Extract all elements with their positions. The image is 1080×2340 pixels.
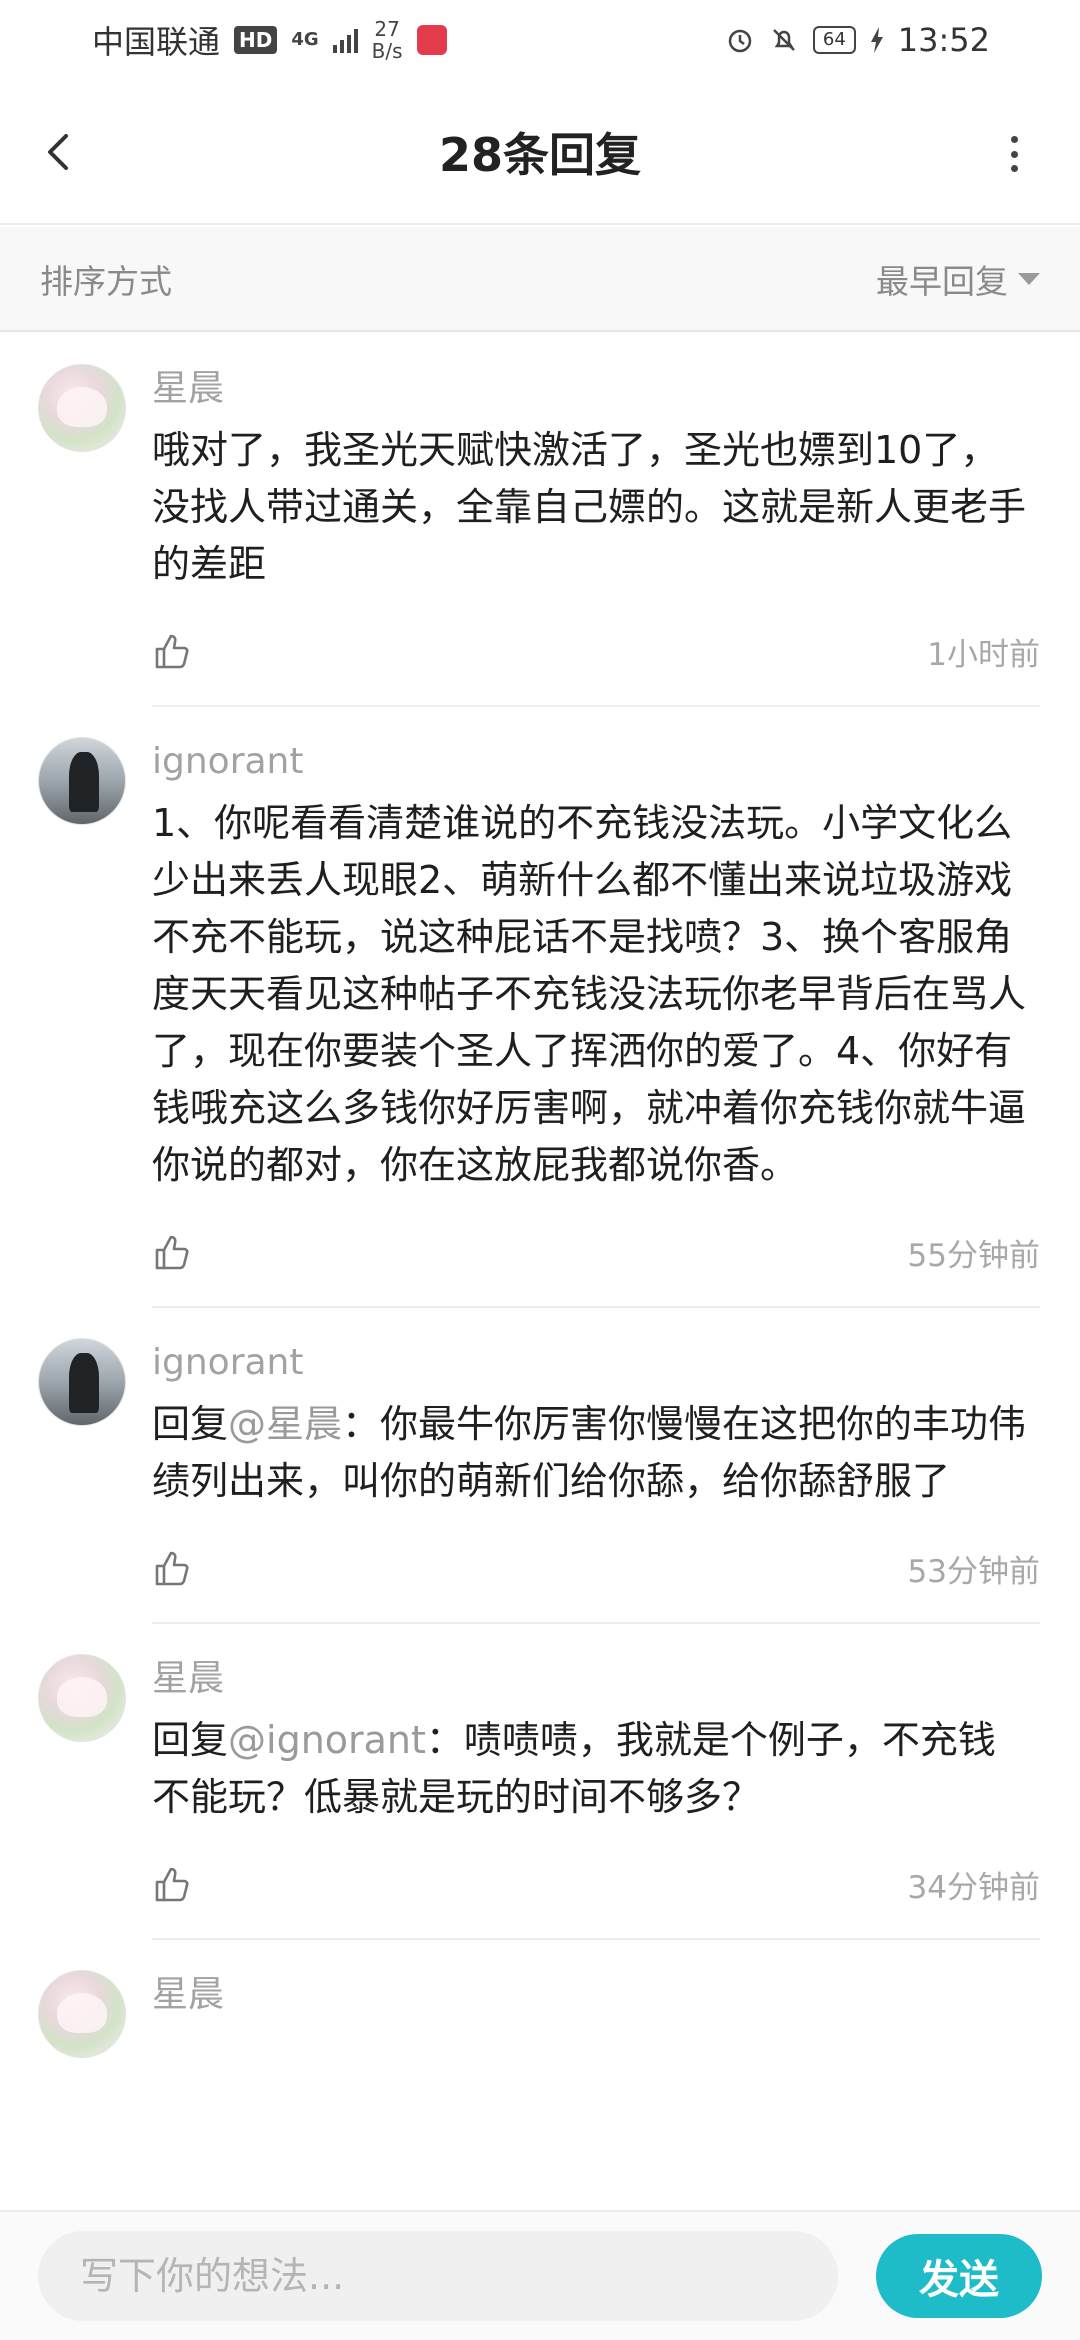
network-speed-value: 27: [374, 17, 400, 41]
reply-prefix: 回复: [152, 1402, 229, 1446]
carrier-name: 中国联通: [92, 23, 221, 61]
comment-composer: 发送: [0, 2210, 1080, 2340]
comment-item: 星晨 哦对了，我圣光天赋快激活了，圣光也嫖到10了，没找人带过通关，全靠自己嫖的…: [0, 334, 1080, 707]
network-type: 4G: [291, 29, 319, 50]
alarm-icon: [728, 29, 752, 53]
thumbs-up-icon[interactable]: [152, 1864, 192, 1904]
comment-username[interactable]: 星晨: [152, 1970, 1040, 2020]
comment-content: 回复@ignorant：啧啧啧，我就是个例子，不充钱不能玩？低暴就是玩的时间不够…: [152, 1712, 1040, 1826]
title-bar: 28条回复: [0, 80, 1080, 225]
charging-icon: [870, 27, 883, 53]
comment-content: 哦对了，我圣光天赋快激活了，圣光也嫖到10了，没找人带过通关，全靠自己嫖的。这就…: [152, 428, 1027, 586]
avatar[interactable]: [38, 1338, 126, 1426]
notification-app-icon: [416, 25, 447, 55]
network-speed-unit: B/s: [371, 39, 403, 63]
clock: 13:52: [897, 21, 990, 59]
comment-time: 55分钟前: [907, 1237, 1040, 1274]
avatar[interactable]: [38, 1654, 126, 1742]
page-title: 28条回复: [438, 127, 641, 182]
thumbs-up-icon[interactable]: [152, 1548, 192, 1588]
avatar[interactable]: [38, 1970, 126, 2058]
comment-username[interactable]: 星晨: [152, 364, 1040, 414]
send-button[interactable]: 发送: [876, 2234, 1042, 2318]
avatar[interactable]: [38, 737, 126, 825]
thumbs-up-icon[interactable]: [152, 1232, 192, 1272]
sort-bar: 排序方式 最早回复: [0, 227, 1080, 332]
comment-time: 1小时前: [927, 636, 1040, 673]
comment-time: 53分钟前: [907, 1553, 1040, 1590]
comment-item: ignorant 1、你呢看看清楚谁说的不充钱没法玩。小学文化么少出来丢人现眼2…: [0, 707, 1080, 1308]
comment-content: 回复@星晨：你最牛你厉害你慢慢在这把你的丰功伟绩列出来，叫你的萌新们给你舔，给你…: [152, 1396, 1040, 1510]
signal-icon: [332, 27, 358, 53]
hd-badge: HD: [234, 26, 278, 54]
mention-link[interactable]: @星晨: [228, 1402, 342, 1446]
sort-selected-value: 最早回复: [876, 261, 1008, 301]
mention-link[interactable]: @ignorant: [228, 1718, 426, 1762]
comment-list[interactable]: 星晨 哦对了，我圣光天赋快激活了，圣光也嫖到10了，没找人带过通关，全靠自己嫖的…: [0, 334, 1080, 2210]
avatar[interactable]: [38, 364, 126, 452]
sort-label: 排序方式: [40, 261, 172, 301]
more-options-icon[interactable]: [1008, 136, 1020, 172]
sort-dropdown[interactable]: 最早回复: [876, 255, 1040, 303]
comment-item: 星晨: [0, 1940, 1080, 2058]
comment-username[interactable]: ignorant: [152, 1338, 1040, 1388]
back-arrow-icon[interactable]: [40, 132, 80, 172]
chevron-down-icon: [1018, 272, 1040, 285]
mute-bell-icon: [772, 29, 795, 51]
comment-username[interactable]: ignorant: [152, 737, 1040, 787]
network-speed: 27 B/s: [372, 18, 403, 62]
comment-item: 星晨 回复@ignorant：啧啧啧，我就是个例子，不充钱不能玩？低暴就是玩的时…: [0, 1624, 1080, 1940]
comment-username[interactable]: 星晨: [152, 1654, 1040, 1704]
thumbs-up-icon[interactable]: [152, 631, 192, 671]
comment-time: 34分钟前: [907, 1869, 1040, 1906]
battery-level: 64: [812, 26, 856, 54]
comment-item: ignorant 回复@星晨：你最牛你厉害你慢慢在这把你的丰功伟绩列出来，叫你的…: [0, 1308, 1080, 1624]
comment-input[interactable]: [38, 2231, 838, 2321]
status-bar: 中国联通 HD 4G 27 B/s 64 13:52: [0, 0, 1080, 80]
reply-prefix: 回复: [152, 1718, 229, 1762]
comment-content: 1、你呢看看清楚谁说的不充钱没法玩。小学文化么少出来丢人现眼2、萌新什么都不懂出…: [152, 801, 1027, 1187]
